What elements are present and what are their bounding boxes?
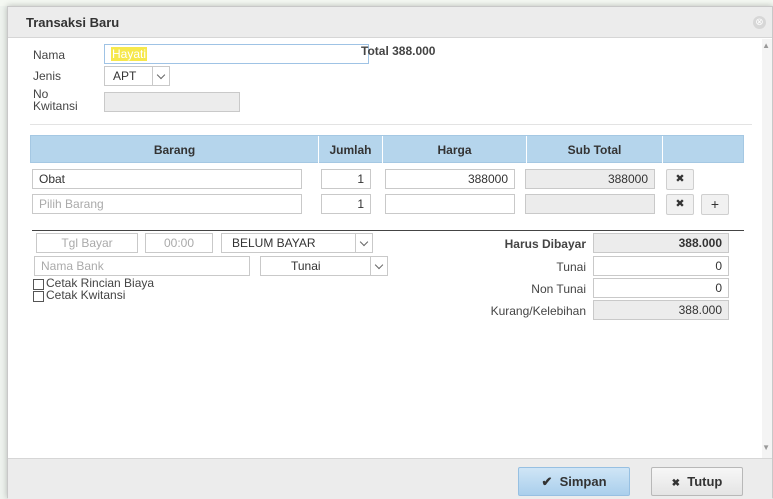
barang-input[interactable]: Obat <box>32 169 302 189</box>
harga-input-new[interactable] <box>385 194 515 214</box>
simpan-button[interactable]: ✔ Simpan <box>518 467 630 496</box>
no-kwitansi-label: No Kwitansi <box>33 88 78 112</box>
tutup-label: Tutup <box>687 474 723 489</box>
chevron-down-icon[interactable] <box>370 257 387 275</box>
subtotal-input-new <box>525 194 655 214</box>
transaksi-dialog: Transaksi Baru ⊗ Nama Hayati Total 388.0… <box>7 6 773 499</box>
nama-input[interactable]: Hayati <box>104 44 369 64</box>
close-icon[interactable]: ⊗ <box>753 16 766 29</box>
dialog-title: Transaksi Baru <box>26 15 120 30</box>
no-kwitansi-input[interactable] <box>104 92 240 112</box>
add-row-button[interactable]: + <box>701 194 729 215</box>
harga-input[interactable]: 388000 <box>385 169 515 189</box>
pilih-barang-input[interactable]: Pilih Barang <box>32 194 302 214</box>
dialog-footer: ✔ Simpan ✖ Tutup <box>8 458 772 499</box>
jumlah-input[interactable]: 1 <box>321 169 371 189</box>
tutup-button[interactable]: ✖ Tutup <box>651 467 743 496</box>
scroll-down-icon[interactable]: ▼ <box>762 443 770 452</box>
non-tunai-label: Non Tunai <box>531 282 586 296</box>
th-barang: Barang <box>31 136 319 164</box>
nama-value: Hayati <box>111 47 148 61</box>
total-label: Total 388.000 <box>361 44 436 58</box>
th-jumlah: Jumlah <box>319 136 383 164</box>
simpan-label: Simpan <box>559 474 607 489</box>
remove-new-row-button[interactable]: ✖ <box>666 194 694 215</box>
th-actions <box>663 136 743 164</box>
tunai-input[interactable]: 0 <box>593 256 729 276</box>
tgl-bayar-input[interactable]: Tgl Bayar <box>36 233 138 253</box>
divider <box>30 124 752 125</box>
subtotal-input: 388000 <box>525 169 655 189</box>
harus-dibayar-value: 388.000 <box>593 233 729 253</box>
jenis-label: Jenis <box>33 69 62 83</box>
kurang-value: 388.000 <box>593 300 729 320</box>
chevron-down-icon[interactable] <box>355 234 372 252</box>
non-tunai-input[interactable]: 0 <box>593 278 729 298</box>
scroll-up-icon[interactable]: ▲ <box>762 41 770 50</box>
jenis-value: APT <box>113 69 137 83</box>
no-label-line-2: Kwitansi <box>33 99 78 113</box>
jenis-select[interactable]: APT <box>104 66 170 86</box>
method-select[interactable]: Tunai <box>260 256 388 276</box>
th-harga: Harga <box>383 136 527 164</box>
dialog-titlebar: Transaksi Baru ⊗ <box>8 7 772 38</box>
check-icon: ✔ <box>541 474 553 489</box>
status-value: BELUM BAYAR <box>232 236 316 250</box>
th-subtotal: Sub Total <box>527 136 663 164</box>
status-select[interactable]: BELUM BAYAR <box>221 233 373 253</box>
kurang-label: Kurang/Kelebihan <box>490 304 586 318</box>
items-table-header: Barang Jumlah Harga Sub Total <box>30 135 744 164</box>
time-input[interactable]: 00:00 <box>145 233 213 253</box>
scrollbar[interactable] <box>762 39 772 459</box>
jumlah-input-new[interactable]: 1 <box>321 194 371 214</box>
nama-label: Nama <box>33 48 66 62</box>
cetak-kwitansi-label: Cetak Kwitansi <box>46 288 126 302</box>
close-icon: ✖ <box>671 478 680 489</box>
method-value: Tunai <box>291 259 321 273</box>
nama-bank-input[interactable]: Nama Bank <box>34 256 250 276</box>
chevron-down-icon[interactable] <box>152 67 169 85</box>
tunai-label: Tunai <box>556 260 586 274</box>
harus-dibayar-label: Harus Dibayar <box>504 237 586 251</box>
remove-row-button[interactable]: ✖ <box>666 169 694 190</box>
payment-divider <box>32 230 744 231</box>
cetak-kwitansi-checkbox[interactable] <box>33 291 44 302</box>
cetak-rincian-checkbox[interactable] <box>33 279 44 290</box>
